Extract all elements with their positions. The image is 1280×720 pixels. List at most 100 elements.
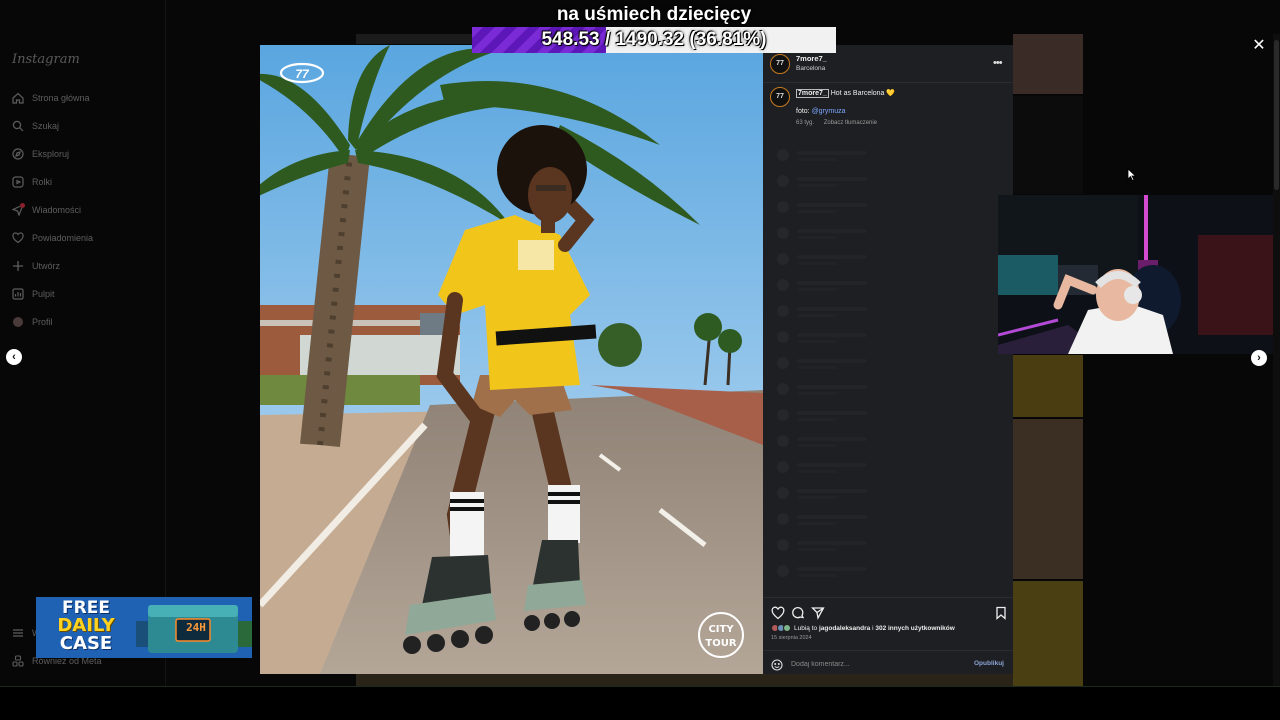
post-actions: Lubią to jagodaleksandra i 302 innych uż… [763,597,1013,674]
comment-icon[interactable] [791,606,805,620]
badge-line1: CITY [708,624,734,635]
post-photo[interactable]: 77 CITY TOUR [260,45,763,674]
more-options-button[interactable]: ••• [993,57,1003,69]
bookmark-icon[interactable] [994,606,1008,620]
free-daily-case-ad[interactable]: FREE DAILY CASE 24H [36,597,252,658]
caption-avatar[interactable]: 77 [770,87,790,107]
sidebar-item-label: Eksploruj [32,149,70,159]
plus-icon [12,260,24,272]
caption-credit: foto: @grymuza [796,108,846,115]
dashboard-icon [12,288,24,300]
likes-count[interactable]: 302 innych użytkowników [875,625,954,632]
comment-placeholder [777,201,997,215]
previous-post-button[interactable]: ‹ [6,349,22,365]
sidebar-item-label: Pulpit [32,289,55,299]
sidebar-item-search[interactable]: Szukaj [0,112,166,140]
share-icon[interactable] [810,606,825,620]
comment-placeholder [777,487,997,501]
emoji-icon[interactable] [771,658,783,671]
comment-placeholder [777,357,997,371]
sidebar-item-label: Rolki [32,177,53,187]
close-button[interactable]: ✕ [1251,38,1267,54]
comment-placeholder [777,331,997,345]
instagram-logo[interactable]: Instagram [12,52,80,67]
grid-thumbnail[interactable] [1013,419,1083,579]
sidebar-item-profile[interactable]: Profil [0,308,166,336]
account-avatar[interactable]: 77 [770,54,790,74]
notification-dot [20,203,25,208]
donation-goal-title: na uśmiech dziecięcy [556,4,752,25]
hamburger-icon [13,629,23,637]
ad-text: FREE DAILY CASE [40,599,132,653]
comment-placeholder [777,513,997,527]
comment-placeholder [777,175,997,189]
caption-username[interactable]: 7more7_ [796,89,829,98]
grid-thumbnail[interactable] [1013,34,1083,94]
heart-icon [12,232,24,244]
sidebar-item-notifications[interactable]: Powiadomienia [0,224,166,252]
webcam-overlay [998,195,1280,354]
scrollbar-thumb[interactable] [1274,40,1279,190]
sidebar-item-create[interactable]: Utwórz [0,252,166,280]
comment-placeholder [777,565,997,579]
grid-thumbnail[interactable] [1013,96,1083,194]
comment-placeholder [777,305,997,319]
ad-badge: 24H [186,621,206,634]
grid-thumbnail[interactable] [1013,355,1083,417]
comment-input[interactable] [791,657,961,671]
post-image: 77 CITY TOUR [260,45,763,674]
sidebar-item-label: Wiadomości [32,205,82,215]
donation-progress-bar: 548.53 / 1490.32 (36.81%) [472,27,836,53]
next-post-button[interactable]: › [1251,350,1267,366]
sidebar-item-home[interactable]: Strona główna [0,84,166,112]
post-side-panel: 77 7more7_ Barcelona ••• 77 7more7_ Hot … [763,45,1013,674]
translate-link[interactable]: Zobacz tłumaczenie [824,120,877,126]
liker-avatar [783,624,791,632]
profile-icon [12,316,24,328]
home-icon [12,92,24,104]
sidebar-item-label: Strona główna [32,93,90,103]
sidebar-item-explore[interactable]: Eksploruj [0,140,166,168]
bottom-divider [0,686,1280,687]
comment-placeholder [777,409,997,423]
like-icon[interactable] [771,606,785,620]
sidebar-item-label: Utwórz [32,261,61,271]
compass-icon [12,148,24,160]
badge-line2: TOUR [705,638,736,649]
caption-mention[interactable]: @grymuza [812,108,846,115]
caption-meta: 63 tyg. Zobacz tłumaczenie [796,120,885,126]
comment-placeholder [777,227,997,241]
likes-user[interactable]: jagodaleksandra [819,625,870,632]
post-date: 15 sierpnia 2024 [771,635,812,641]
comment-placeholder [777,539,997,553]
sidebar-item-dashboard[interactable]: Pulpit [0,280,166,308]
meta-apps-icon [12,655,24,667]
search-icon [12,120,24,132]
sidebar-item-label: Profil [32,317,53,327]
likes-prefix: Lubią to [794,624,818,632]
sidebar-nav: Strona główna Szukaj Eksploruj Rolki Wia… [0,84,166,336]
comment-placeholder [777,461,997,475]
ad-line3: CASE [59,633,113,654]
caption-text: Hot as Barcelona 💛 [830,90,896,97]
add-comment-row: Opublikuj [763,650,1013,675]
brand-logo-text: 77 [295,67,310,81]
sidebar-item-messages[interactable]: Wiadomości [0,196,166,224]
donation-progress-text: 548.53 / 1490.32 (36.81%) [541,29,767,50]
likes-summary[interactable]: Lubią to jagodaleksandra i 302 innych uż… [771,624,955,632]
reels-icon [12,176,24,188]
publish-button[interactable]: Opublikuj [974,660,1004,667]
grid-thumbnail[interactable] [1013,581,1083,686]
likes-middle: i [872,624,874,632]
comment-placeholder [777,253,997,267]
post-location[interactable]: Barcelona [796,65,825,72]
comment-placeholder [777,279,997,293]
grid-thumbnail[interactable] [356,674,1013,686]
account-name[interactable]: 7more7_ [796,54,827,63]
sidebar-item-label: Szukaj [32,121,60,131]
webcam-image [998,195,1280,354]
post-age: 63 tyg. [796,120,815,126]
sidebar: Instagram Strona główna Szukaj Eksploruj… [0,0,166,686]
comment-placeholder [777,149,997,163]
sidebar-item-reels[interactable]: Rolki [0,168,166,196]
